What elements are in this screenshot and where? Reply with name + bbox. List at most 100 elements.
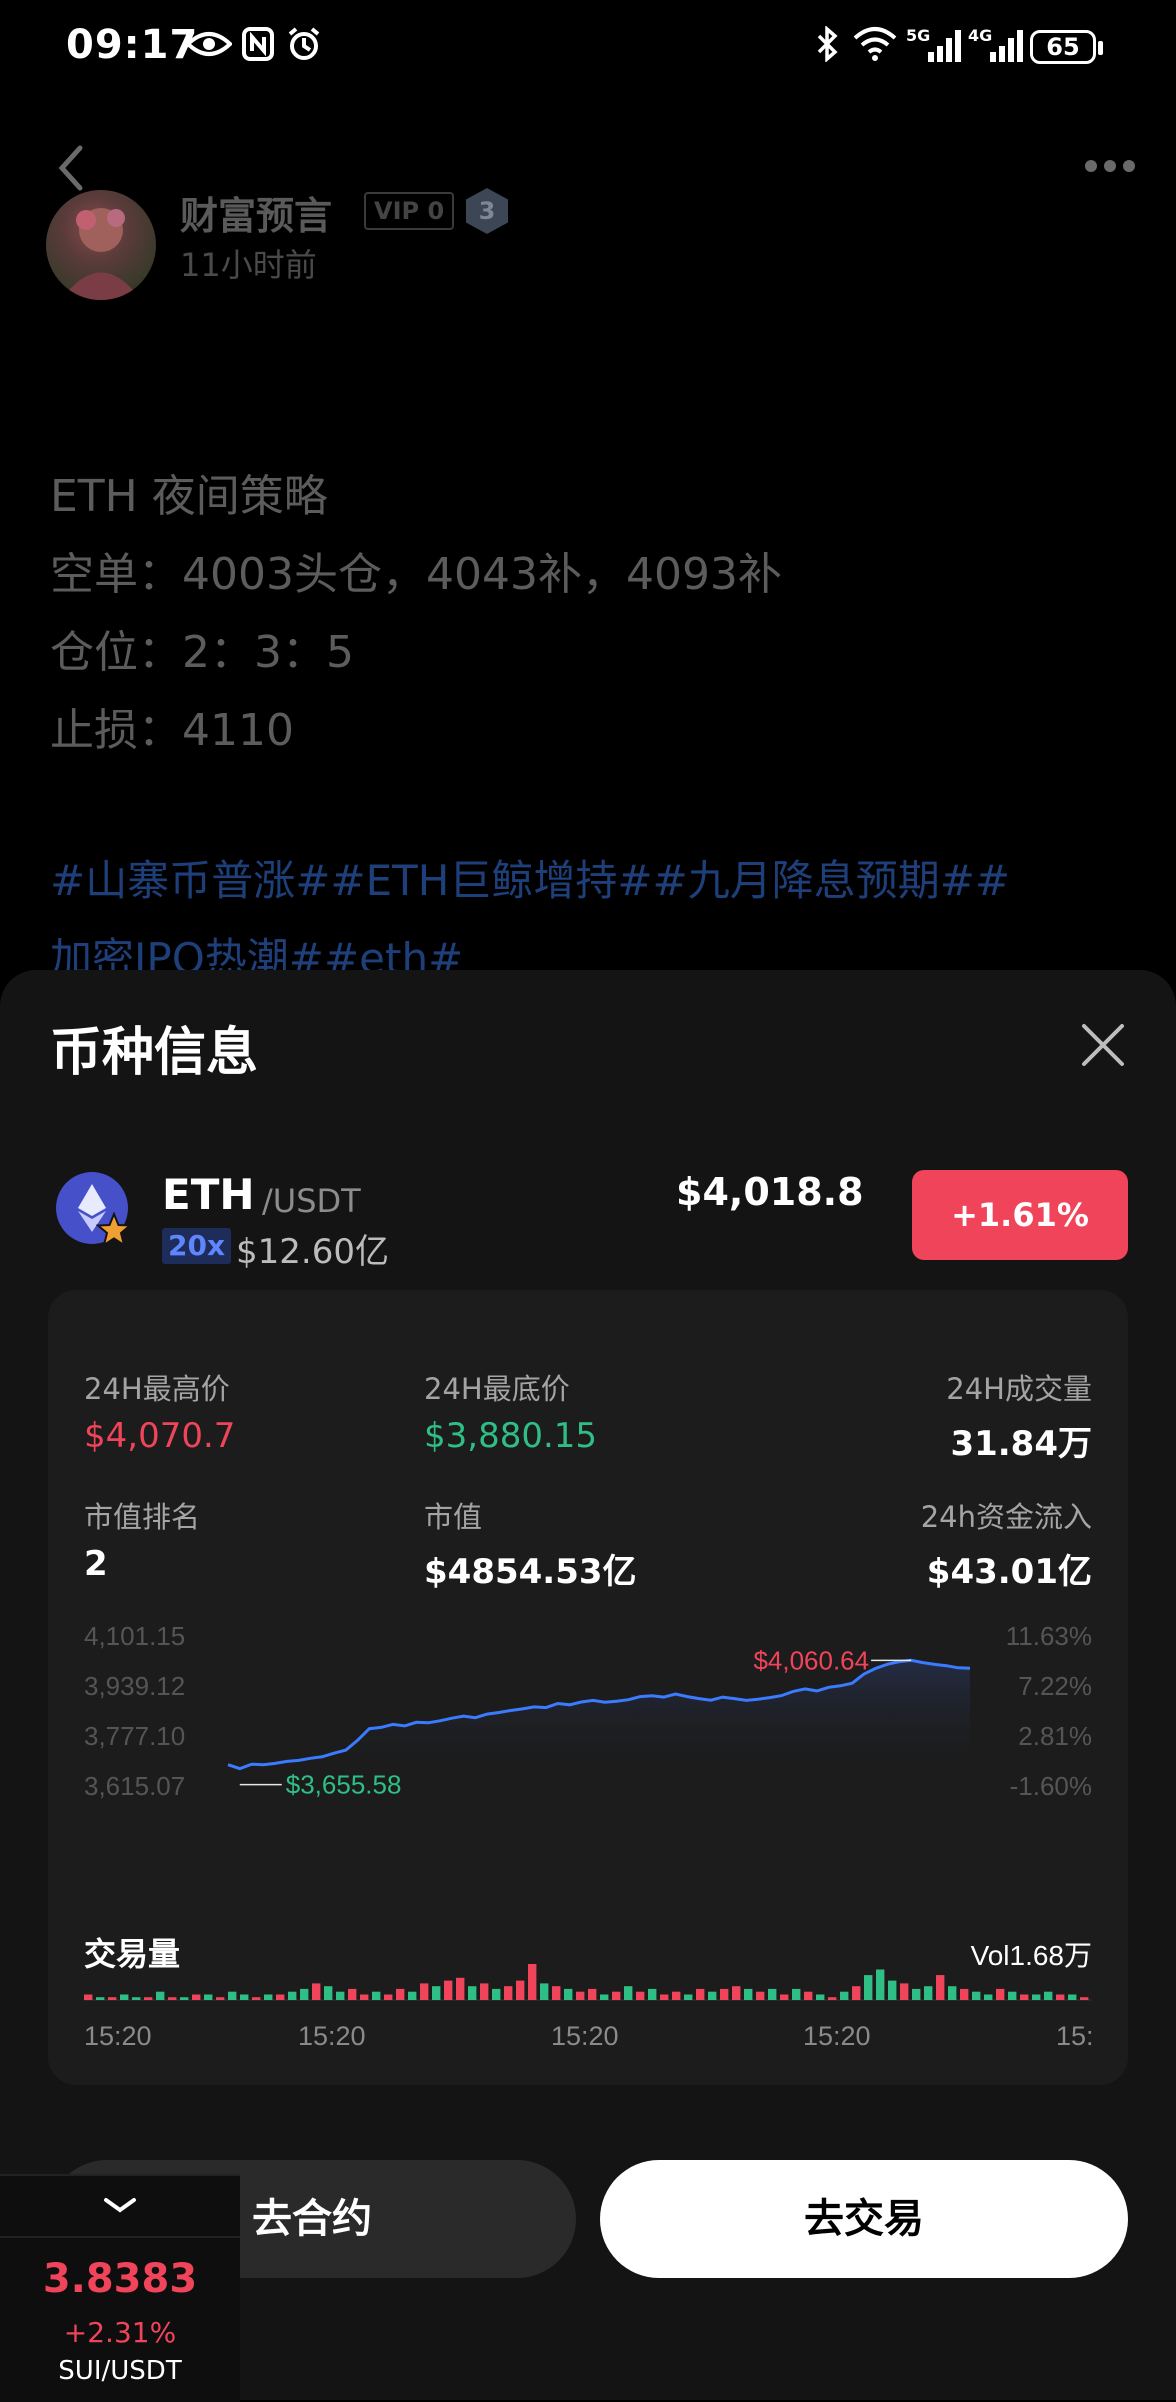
level-badge: 3 [466,188,508,234]
volume-bar [504,1986,513,2000]
volume-bar [588,1988,597,2000]
market-cap-short: $12.60亿 [236,1232,389,1272]
vip-badge: VIP 0 [364,192,455,230]
volume-bar [936,1975,945,2000]
volume-bar [372,1991,381,2000]
volume-bar [1008,1991,1017,2000]
alarm-icon [284,24,324,64]
volume-bar [1020,1994,1029,2000]
volume-bar [144,1997,153,2000]
volume-bar [132,1997,141,2000]
volume-bar [180,1997,189,2000]
volume-bar [492,1988,501,2000]
volume-bar [444,1980,453,2000]
volume-bar [84,1994,93,2000]
volume-bar [108,1997,117,2000]
ticker-change: +2.31% [63,2316,177,2349]
volume-bar [540,1983,549,2000]
volume-total: Vol1.68万 [971,1940,1092,1971]
volume-bar [624,1986,633,2000]
volume-bar [96,1997,105,2000]
volume-bar [1056,1994,1065,2000]
price-change-badge[interactable]: +1.61% [912,1170,1128,1260]
volume-bar [696,1988,705,2000]
chevron-down-icon [104,2198,136,2213]
volume-bar [864,1975,873,2000]
volume-bar [756,1991,765,2000]
time-axis-label: 15:20 [551,2021,619,2051]
volume-bar [684,1994,693,2000]
volume-bar [1080,1997,1089,2000]
go-trade-button[interactable]: 去交易 [600,2160,1128,2278]
volume-bar [1032,1994,1041,2000]
post-line-3: 仓位：2：3：5 [50,627,354,678]
stats-card: 24H最高价 $4,070.7 24H最底价 $3,880.15 24H成交量 … [48,1290,1128,2085]
post-line-2: 空单：4003头仓，4043补，4093补 [50,549,782,600]
volume-bar [552,1986,561,2000]
volume-bar [384,1994,393,2000]
author-avatar[interactable] [46,190,156,300]
ticker-price: 3.8383 [42,2256,198,2302]
volume-bar [948,1986,957,2000]
volume-bar [648,1988,657,2000]
time-axis-label: 15: [1056,2021,1094,2051]
volume-bar [252,1997,261,2000]
volume-bar [528,1964,537,2000]
signal-4g-icon: 4G [968,24,1024,64]
nfc-icon [240,24,276,64]
price-chart[interactable]: 4,101.15 3,939.12 3,777.10 3,615.07 11.63% 7… [48,1290,1128,2085]
eye-icon [186,24,232,64]
more-options-icon[interactable] [1084,158,1136,177]
volume-bar [600,1994,609,2000]
volume-bar [768,1988,777,2000]
volume-bar [156,1991,165,2000]
volume-bar [312,1983,321,2000]
volume-bar [708,1991,717,2000]
volume-bar [672,1991,681,2000]
signal-5g-icon: 5G [906,24,962,64]
volume-bar [240,1994,249,2000]
volume-bar [516,1980,525,2000]
volume-bar [984,1994,993,2000]
volume-bar [924,1986,933,2000]
volume-bar [912,1988,921,2000]
volume-bar [888,1980,897,2000]
y-tick-right: 11.63% [1006,1621,1092,1651]
volume-bar [852,1986,861,2000]
volume-bar [1068,1994,1077,2000]
collapse-ticker-button[interactable] [0,2176,240,2238]
volume-bar [168,1997,177,2000]
high-price-label: $4,060.64 [753,1645,869,1675]
coin-quote: /USDT [262,1182,361,1220]
volume-bar [480,1983,489,2000]
volume-bar [276,1994,285,2000]
volume-bar [900,1983,909,2000]
hashtags-line-1[interactable]: #山寨币普涨##ETH巨鲸增持##九月降息预期## [50,842,1130,920]
volume-bar [228,1991,237,2000]
close-icon[interactable] [1080,1022,1126,1068]
volume-bar [804,1991,813,2000]
volume-bar [192,1994,201,2000]
post-line-4: 止损：4110 [50,705,294,756]
author-name[interactable]: 财富预言 [180,185,332,240]
battery-indicator: 65 [1030,30,1103,64]
volume-bar [468,1986,477,2000]
coin-symbol: ETH [162,1170,255,1219]
volume-title: 交易量 [84,1936,180,1972]
favorite-star-icon[interactable] [95,1211,133,1248]
y-tick-left: 3,777.10 [84,1721,185,1751]
volume-bar [396,1988,405,2000]
volume-bar [432,1986,441,2000]
back-icon[interactable] [56,144,86,196]
floating-ticker[interactable]: 3.8383 +2.31% SUI/USDT [0,2174,240,2402]
volume-bar [264,1994,273,2000]
volume-bar [348,1988,357,2000]
volume-bar [960,1988,969,2000]
volume-bar [612,1991,621,2000]
volume-bar [840,1991,849,2000]
low-price-label: $3,655.58 [286,1770,402,1800]
volume-bar [780,1994,789,2000]
ticker-pair: SUI/USDT [58,2356,182,2386]
volume-bar [420,1983,429,2000]
volume-bar [876,1969,885,2000]
